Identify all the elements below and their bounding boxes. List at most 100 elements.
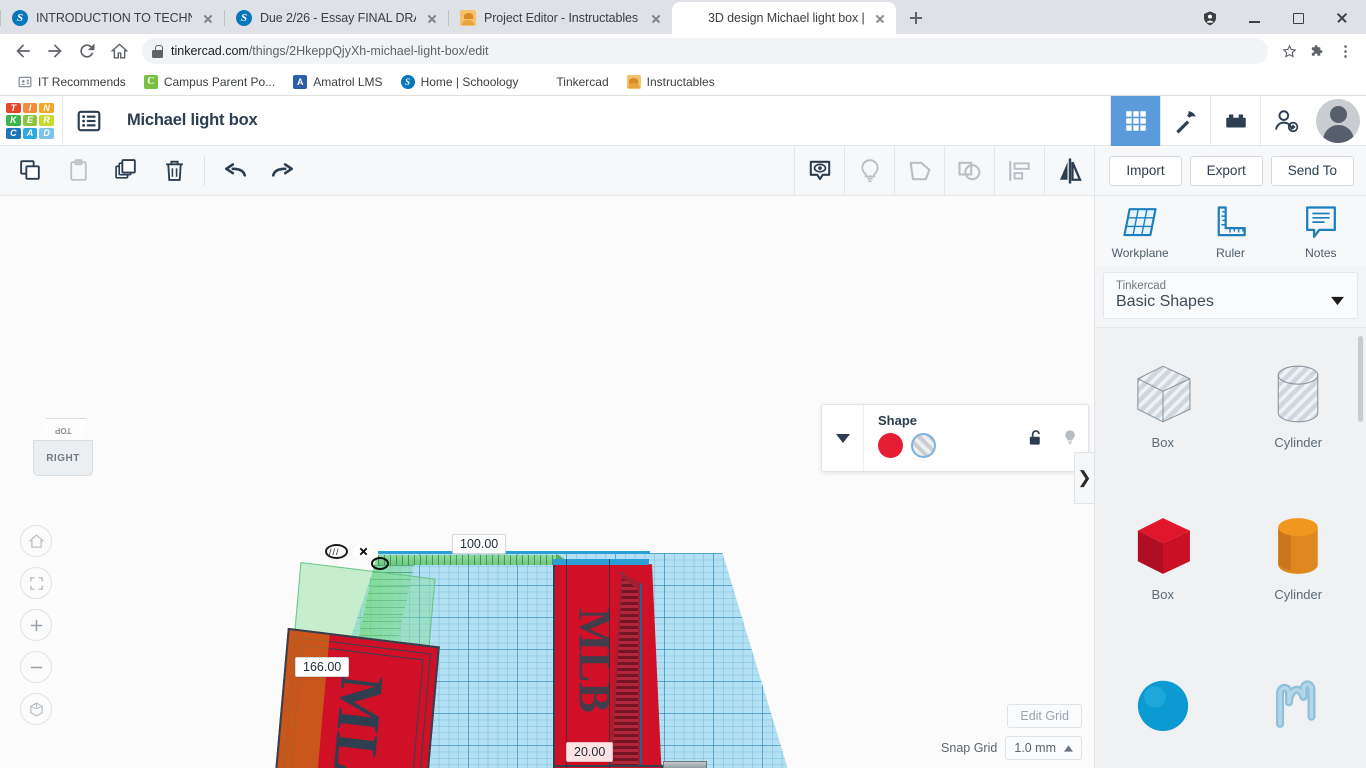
add-user-icon[interactable] [1260, 95, 1310, 146]
panel-expand-toggle[interactable]: ❯ [1074, 452, 1094, 504]
home-view-button[interactable] [20, 525, 52, 557]
ruler-horizontal[interactable] [378, 555, 561, 565]
shape-item-blue-scribble[interactable] [1231, 632, 1366, 768]
undo-button[interactable] [211, 146, 259, 196]
bookmark-star-button[interactable] [1276, 38, 1302, 64]
shape-panel-collapse-button[interactable] [822, 405, 864, 471]
import-button[interactable]: Import [1109, 155, 1182, 186]
forward-button[interactable] [40, 36, 70, 66]
sidebar-tool-workplane[interactable]: Workplane [1095, 204, 1185, 260]
ruler-origin-handle[interactable] [371, 557, 389, 570]
grid-view-icon[interactable] [1110, 95, 1160, 146]
delete-button[interactable] [150, 146, 198, 196]
blocks-icon[interactable] [1210, 95, 1260, 146]
bookmark-campus-parent-portal[interactable]: C Campus Parent Po... [136, 72, 283, 92]
main-area: /// MLB MLB 100.00 166.00 20.00 TOP RIGH… [0, 196, 1366, 768]
tab-close-icon[interactable] [648, 10, 664, 26]
page-title[interactable]: Michael light box [115, 111, 258, 130]
export-button[interactable]: Export [1189, 155, 1263, 186]
reload-icon [80, 43, 95, 58]
shape-item-red-box[interactable]: Box [1095, 480, 1231, 632]
browser-tab-2[interactable]: Project Editor - Instructables [448, 2, 672, 34]
copy-button[interactable] [6, 146, 54, 196]
bookmark-label: IT Recommends [38, 74, 126, 89]
browser-tab-3-active[interactable]: 3D design Michael light box | Tin [672, 2, 896, 34]
align-icon[interactable] [994, 145, 1044, 196]
shape-properties-panel[interactable]: Shape [821, 404, 1089, 472]
project-list-button[interactable] [63, 96, 115, 146]
shield-icon [1204, 11, 1216, 26]
browser-tab-1[interactable]: S Due 2/26 - Essay FINAL DRAFT [224, 2, 448, 34]
bookmark-instructables[interactable]: Instructables [619, 72, 723, 92]
fit-all-button[interactable] [20, 567, 52, 599]
bookmark-home-schoology[interactable]: S Home | Schoology [393, 72, 527, 92]
tab-close-icon[interactable] [872, 10, 888, 26]
view-cube-top-face[interactable]: TOP [39, 418, 87, 442]
bookmark-amatrol-lms[interactable]: A Amatrol LMS [285, 72, 390, 92]
shape-item-hole-box[interactable]: Box [1095, 328, 1231, 480]
tinkercad-logo-icon[interactable]: T I N K E R C A D [6, 102, 54, 139]
shape-item-hole-cylinder[interactable]: Cylinder [1231, 328, 1366, 480]
solid-color-swatch[interactable] [878, 433, 903, 458]
avatar[interactable] [1316, 98, 1360, 143]
redo-button[interactable] [259, 146, 307, 196]
shape-library-select[interactable]: Tinkercad Basic Shapes [1103, 272, 1358, 319]
sidebar-tool-ruler[interactable]: Ruler [1185, 204, 1275, 260]
shape-item-orange-cylinder[interactable]: Cylinder [1231, 480, 1366, 632]
design-canvas[interactable]: /// MLB MLB 100.00 166.00 20.00 TOP RIGH… [0, 196, 1094, 768]
shape-item-blue-sphere[interactable] [1095, 632, 1231, 768]
hole-swatch[interactable] [911, 433, 936, 458]
back-button[interactable] [8, 36, 38, 66]
view-cube[interactable]: TOP RIGHT [33, 418, 93, 476]
reload-button[interactable] [72, 36, 102, 66]
dim-depth-166[interactable]: 166.00 [295, 657, 350, 677]
edit-grid-button[interactable]: Edit Grid [1007, 704, 1082, 728]
zoom-out-button[interactable] [20, 651, 52, 683]
maximize-button[interactable] [1276, 2, 1320, 34]
address-bar[interactable]: tinkercad.com/things/2HkeppQjyXh-michael… [142, 38, 1268, 64]
view-cube-front-face[interactable]: RIGHT [33, 440, 93, 476]
browser-tab-0[interactable]: S INTRODUCTION TO TECHNOLOG [0, 2, 224, 34]
dim-height-20[interactable]: 20.00 [566, 742, 614, 762]
paste-button[interactable] [54, 146, 102, 196]
extensions-button[interactable] [1304, 38, 1330, 64]
minimize-button[interactable] [1232, 2, 1276, 34]
sidebar-tools: Workplane Ruler Notes [1095, 196, 1366, 266]
close-window-button[interactable] [1320, 2, 1364, 34]
snap-grid-select[interactable]: 1.0 mm [1005, 736, 1082, 760]
dim-width-100[interactable]: 100.00 [452, 534, 507, 554]
ortho-view-button[interactable] [20, 693, 52, 725]
light-bulb-icon[interactable] [844, 145, 894, 196]
zoom-in-button[interactable] [20, 609, 52, 641]
unlock-icon[interactable] [1027, 428, 1044, 447]
new-tab-button[interactable] [902, 4, 930, 32]
ruler-close-button[interactable] [353, 544, 373, 559]
blue-sphere-icon [1137, 680, 1188, 732]
bookmark-tinkercad[interactable]: Tinkercad [528, 72, 616, 92]
tab-close-icon[interactable] [200, 10, 216, 26]
sidebar-scrollbar[interactable] [1358, 336, 1363, 422]
duplicate-button[interactable] [102, 146, 150, 196]
bookmark-it-recommends[interactable]: IT Recommends [10, 72, 134, 92]
tab-close-icon[interactable] [424, 10, 440, 26]
light-bulb-icon[interactable] [1062, 427, 1078, 447]
shape-library-grid[interactable]: Box Cylinder Box Cylinder [1095, 327, 1366, 768]
chevron-down-icon[interactable] [1330, 295, 1345, 306]
logo-letter: A [22, 127, 38, 139]
sidebar-tool-notes[interactable]: Notes [1276, 204, 1366, 260]
pickaxe-icon[interactable] [1160, 95, 1210, 146]
ungroup-icon[interactable] [944, 145, 994, 196]
notes-icon [1305, 206, 1336, 238]
object-rod[interactable] [663, 761, 707, 768]
profile-badge-icon[interactable] [1188, 2, 1232, 34]
orange-cylinder-icon [1278, 517, 1318, 574]
logo-letter: T [6, 102, 21, 114]
mirror-icon[interactable] [1044, 145, 1094, 196]
home-button[interactable] [104, 36, 134, 66]
object-plate[interactable]: MLB [268, 627, 440, 768]
visibility-icon[interactable] [794, 145, 844, 196]
send-to-button[interactable]: Send To [1270, 155, 1354, 186]
group-icon[interactable] [894, 145, 944, 196]
browser-menu-button[interactable] [1332, 38, 1358, 64]
browser-tabstrip: S INTRODUCTION TO TECHNOLOG S Due 2/26 -… [0, 0, 1366, 34]
